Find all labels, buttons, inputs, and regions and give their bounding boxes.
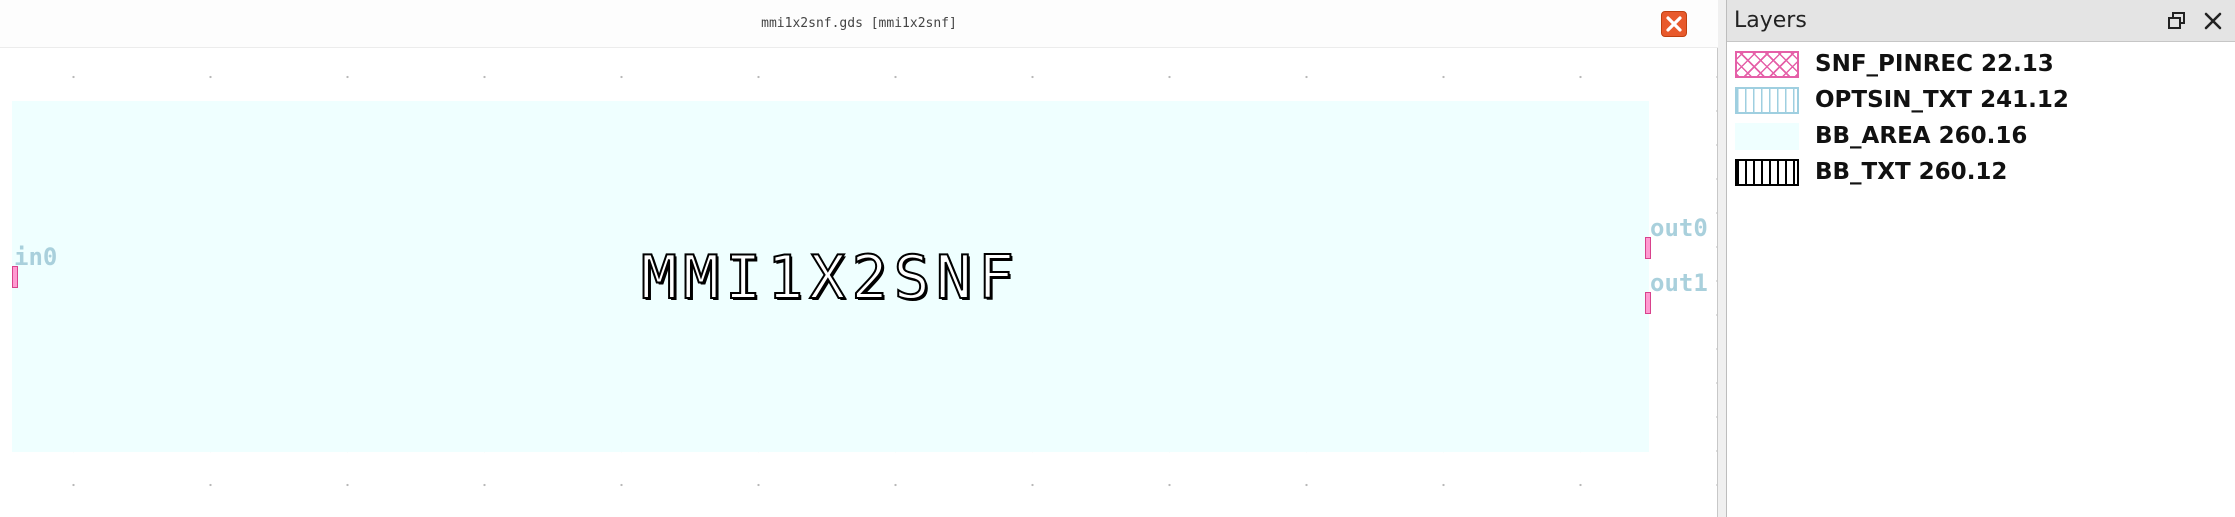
- layer-row-bb-area[interactable]: BB_AREA 260.16: [1735, 118, 2230, 154]
- layout-canvas[interactable]: MMI1X2SNF in0 out0 out1: [0, 48, 1717, 517]
- layer-swatch-vertical-lines: [1735, 158, 1799, 186]
- pin-label-out1: out1: [1650, 269, 1708, 297]
- layer-row-bb-txt[interactable]: BB_TXT 260.12: [1735, 154, 2230, 190]
- view-title: mmi1x2snf.gds [mmi1x2snf]: [761, 16, 957, 31]
- close-icon: [2204, 12, 2222, 30]
- restore-window-icon: [2168, 12, 2185, 29]
- pin-label-in0: in0: [14, 243, 58, 271]
- layer-name: BB_AREA 260.16: [1815, 123, 2028, 149]
- layer-row-snf-pinrec[interactable]: SNF_PINREC 22.13: [1735, 46, 2230, 82]
- close-icon: [1666, 16, 1682, 32]
- float-panel-button[interactable]: [2165, 9, 2189, 33]
- layout-viewer: mmi1x2snf.gds [mmi1x2snf] MMI1X2SNF in0 …: [0, 0, 1718, 517]
- layers-panel-header: Layers: [1727, 0, 2235, 42]
- layer-swatch-crosshatch: [1735, 50, 1799, 78]
- pin-label-out0: out0: [1650, 214, 1708, 242]
- close-view-button[interactable]: [1661, 11, 1687, 37]
- viewer-titlebar: mmi1x2snf.gds [mmi1x2snf]: [0, 0, 1718, 48]
- layer-swatch-solid: [1735, 122, 1799, 150]
- layer-name: BB_TXT 260.12: [1815, 159, 2008, 185]
- layer-name: SNF_PINREC 22.13: [1815, 51, 2054, 77]
- layer-row-optsin-txt[interactable]: OPTSIN_TXT 241.12: [1735, 82, 2230, 118]
- close-panel-button[interactable]: [2201, 9, 2225, 33]
- panel-title: Layers: [1734, 8, 1807, 33]
- layer-name: OPTSIN_TXT 241.12: [1815, 87, 2069, 113]
- layer-swatch-vertical-lines: [1735, 86, 1799, 114]
- cell-name-text: MMI1X2SNF: [640, 243, 1021, 313]
- layer-list: SNF_PINREC 22.13 OPTSIN_TXT 241.12 BB_AR…: [1735, 46, 2230, 190]
- layers-panel: Layers SNF_PINREC 22.13 OPTSIN_TXT 241.1…: [1726, 0, 2235, 517]
